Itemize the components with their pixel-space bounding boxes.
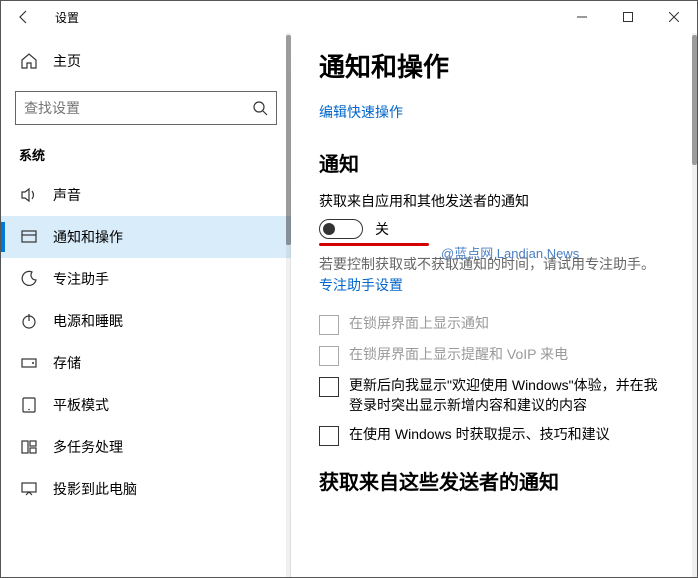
scrollbar-thumb[interactable] — [692, 35, 697, 165]
checkbox[interactable] — [319, 377, 339, 397]
nav-item-multitask[interactable]: 多任务处理 — [1, 426, 291, 468]
nav-item-label: 专注助手 — [53, 269, 109, 289]
power-icon — [19, 312, 39, 330]
checkbox — [319, 315, 339, 335]
nav-home[interactable]: 主页 — [1, 41, 291, 81]
back-button[interactable] — [1, 1, 47, 33]
minimize-button[interactable] — [559, 1, 605, 33]
senders-section-heading: 获取来自这些发送者的通知 — [319, 466, 669, 495]
nav-item-label: 多任务处理 — [53, 437, 123, 457]
focus-help-text: 若要控制获取或不获取通知的时间，请试用专注助手。 专注助手设置 — [319, 254, 669, 296]
maximize-button[interactable] — [605, 1, 651, 33]
tablet-icon — [19, 396, 39, 414]
search-box[interactable] — [15, 91, 277, 125]
toggle-knob — [323, 223, 335, 235]
check-lockscreen-voip: 在锁屏界面上显示提醒和 VoIP 来电 — [319, 345, 669, 366]
nav-item-focus[interactable]: 专注助手 — [1, 258, 291, 300]
nav-item-sound[interactable]: 声音 — [1, 174, 291, 216]
nav-item-label: 存储 — [53, 353, 81, 373]
nav-list: 声音 通知和操作 专注助手 电源和睡眠 存储 平板模式 — [1, 174, 291, 577]
check-welcome-experience[interactable]: 更新后向我显示"欢迎使用 Windows"体验，并在我登录时突出显示新增内容和建… — [319, 376, 669, 415]
nav-item-label: 电源和睡眠 — [53, 311, 123, 331]
close-button[interactable] — [651, 1, 697, 33]
window-title: 设置 — [55, 9, 79, 26]
nav-item-label: 投影到此电脑 — [53, 479, 137, 499]
notifications-toggle[interactable] — [319, 219, 363, 239]
page-heading: 通知和操作 — [319, 47, 669, 84]
storage-icon — [19, 354, 39, 372]
focus-assist-link[interactable]: 专注助手设置 — [319, 275, 403, 296]
notifications-section-heading: 通知 — [319, 148, 669, 177]
checkbox — [319, 346, 339, 366]
nav-item-storage[interactable]: 存储 — [1, 342, 291, 384]
sound-icon — [19, 186, 39, 204]
nav-item-power[interactable]: 电源和睡眠 — [1, 300, 291, 342]
content-scrollbar[interactable] — [692, 33, 697, 577]
checkbox[interactable] — [319, 426, 339, 446]
category-header: 系统 — [1, 139, 291, 174]
sidebar: 主页 系统 声音 通知和操作 专注助手 — [1, 33, 291, 577]
nav-item-tablet[interactable]: 平板模式 — [1, 384, 291, 426]
get-notifications-label: 获取来自应用和其他发送者的通知 — [319, 191, 669, 211]
checkbox-group: 在锁屏界面上显示通知 在锁屏界面上显示提醒和 VoIP 来电 更新后向我显示"欢… — [319, 314, 669, 446]
nav-item-label: 声音 — [53, 185, 81, 205]
notifications-icon — [19, 228, 39, 246]
check-tips[interactable]: 在使用 Windows 时获取提示、技巧和建议 — [319, 425, 669, 446]
multitask-icon — [19, 438, 39, 456]
toggle-state-text: 关 — [375, 219, 389, 239]
home-icon — [19, 52, 39, 70]
search-input[interactable] — [24, 100, 252, 116]
annotation-underline — [319, 243, 429, 246]
nav-home-label: 主页 — [53, 51, 81, 71]
nav-item-label: 平板模式 — [53, 395, 109, 415]
check-lockscreen-notif: 在锁屏界面上显示通知 — [319, 314, 669, 335]
nav-item-label: 通知和操作 — [53, 227, 123, 247]
nav-item-projecting[interactable]: 投影到此电脑 — [1, 468, 291, 510]
projecting-icon — [19, 480, 39, 498]
titlebar: 设置 — [1, 1, 697, 33]
nav-item-notifications[interactable]: 通知和操作 — [1, 216, 291, 258]
focus-icon — [19, 270, 39, 288]
content-pane: 通知和操作 编辑快速操作 通知 获取来自应用和其他发送者的通知 关 @蓝点网 L… — [291, 33, 697, 577]
edit-quick-actions-link[interactable]: 编辑快速操作 — [319, 102, 403, 122]
search-icon — [252, 100, 268, 116]
